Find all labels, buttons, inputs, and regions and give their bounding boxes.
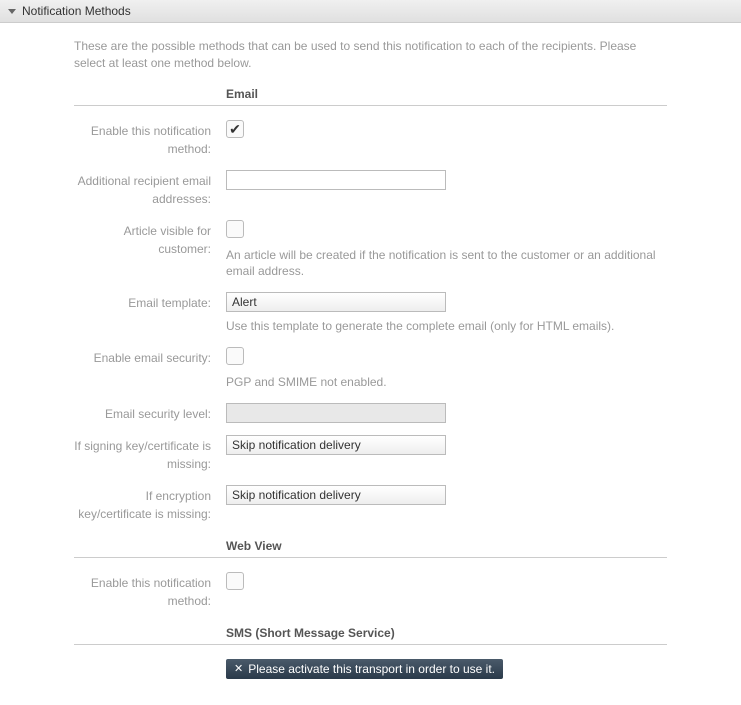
intro-text: These are the possible methods that can …: [74, 38, 667, 72]
section-header-bar[interactable]: Notification Methods: [0, 0, 741, 23]
hint-article-visible: An article will be created if the notifi…: [226, 247, 667, 281]
select-encryption-missing-value: Skip notification delivery: [232, 488, 361, 502]
hint-email-template: Use this template to generate the comple…: [226, 318, 667, 335]
content-area: These are the possible methods that can …: [0, 23, 741, 705]
section-webview-header: Web View: [74, 539, 667, 558]
select-encryption-missing[interactable]: Skip notification delivery: [226, 485, 446, 505]
input-recipients[interactable]: [226, 170, 446, 190]
label-webview-enable: Enable this notification method:: [74, 572, 226, 610]
sms-warning-text: Please activate this transport in order …: [248, 662, 495, 676]
label-security-level: Email security level:: [74, 403, 226, 423]
select-security-level: [226, 403, 446, 423]
label-email-enable: Enable this notification method:: [74, 120, 226, 158]
select-signing-missing-value: Skip notification delivery: [232, 438, 361, 452]
chevron-down-icon: [8, 9, 16, 14]
section-sms-header: SMS (Short Message Service): [74, 626, 667, 645]
label-email-security: Enable email security:: [74, 347, 226, 367]
section-webview-title: Web View: [226, 539, 282, 553]
checkbox-webview-enable[interactable]: [226, 572, 244, 590]
hint-email-security: PGP and SMIME not enabled.: [226, 374, 667, 391]
header-title: Notification Methods: [22, 4, 131, 18]
label-article-visible: Article visible for customer:: [74, 220, 226, 258]
select-signing-missing[interactable]: Skip notification delivery: [226, 435, 446, 455]
section-email-title: Email: [226, 87, 258, 101]
checkbox-article-visible[interactable]: [226, 220, 244, 238]
label-signing-missing: If signing key/certificate is missing:: [74, 435, 226, 473]
checkbox-email-enable[interactable]: [226, 120, 244, 138]
select-email-template[interactable]: Alert: [226, 292, 446, 312]
label-recipients: Additional recipient email addresses:: [74, 170, 226, 208]
warning-icon: ✕: [234, 662, 243, 675]
section-sms-title: SMS (Short Message Service): [226, 626, 395, 640]
select-email-template-value: Alert: [232, 295, 257, 309]
checkbox-email-security[interactable]: [226, 347, 244, 365]
label-email-template: Email template:: [74, 292, 226, 312]
section-email-header: Email: [74, 87, 667, 106]
label-encryption-missing: If encryption key/certificate is missing…: [74, 485, 226, 523]
